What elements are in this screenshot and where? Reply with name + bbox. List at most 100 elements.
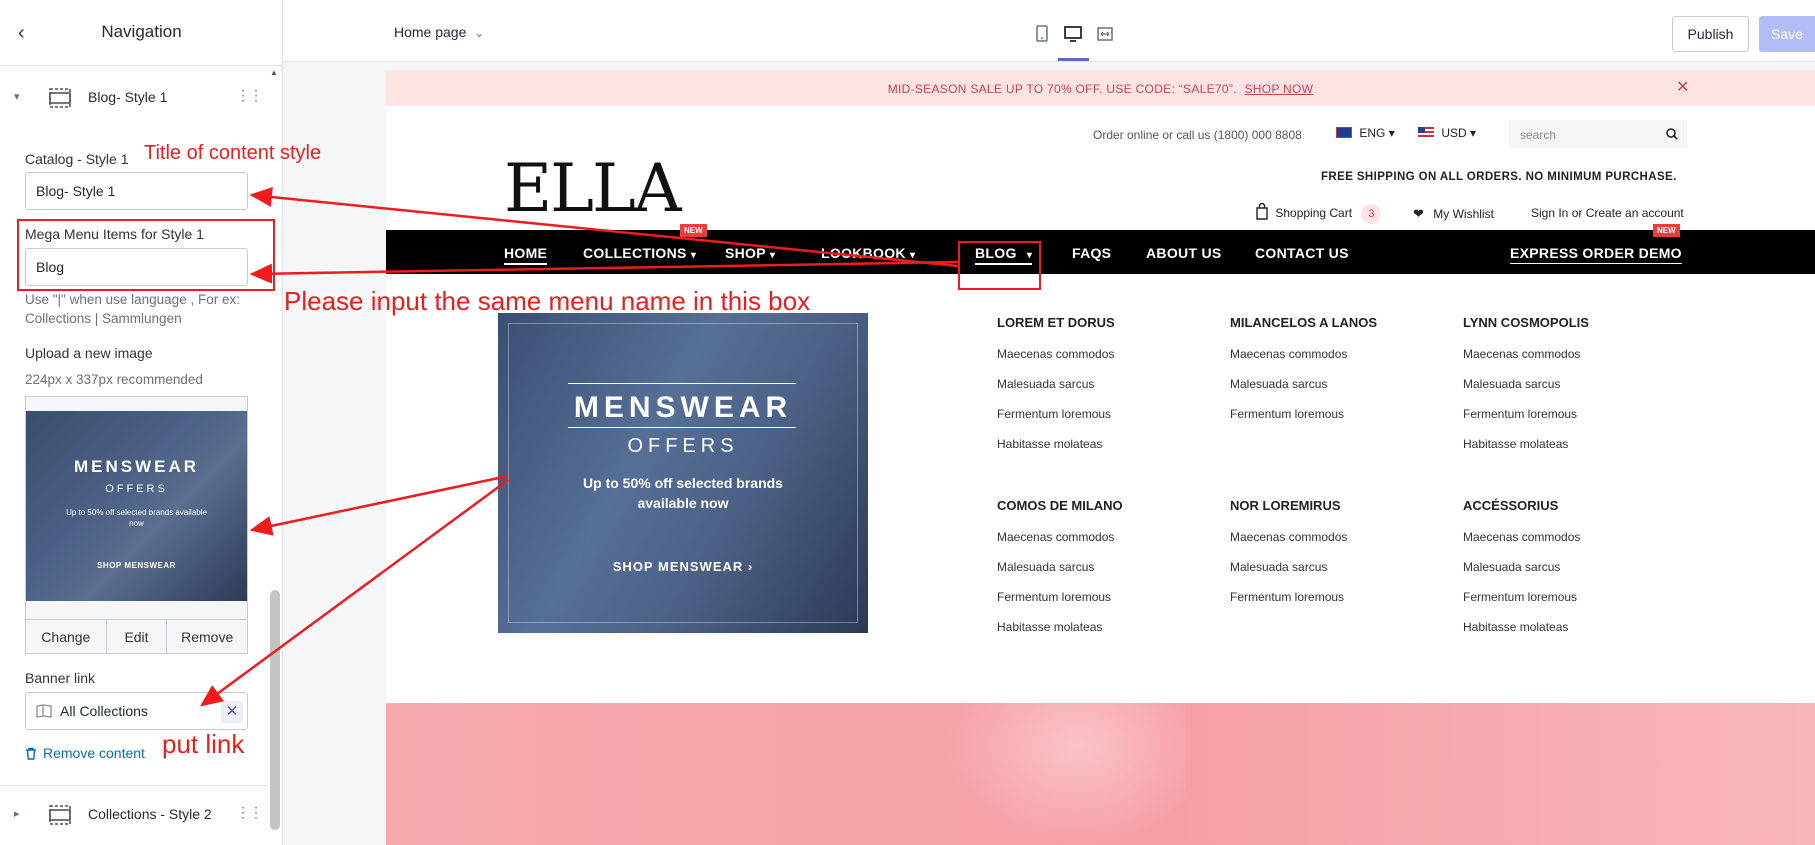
menu-item[interactable]: Fermentum loremous xyxy=(1463,407,1577,421)
remove-content-link[interactable]: Remove content xyxy=(25,745,145,761)
wishlist-link[interactable]: ❤ My Wishlist xyxy=(1413,206,1494,222)
drag-handle-icon[interactable]: ⋮⋮ xyxy=(236,804,263,821)
menu-item[interactable]: Maecenas commodos xyxy=(1230,347,1347,361)
menu-item[interactable]: Malesuada sarcus xyxy=(1463,560,1560,574)
menu-item[interactable]: Maecenas commodos xyxy=(1463,347,1580,361)
new-badge: NEW xyxy=(1653,224,1680,237)
contact-info: Order online or call us (1800) 000 8808 xyxy=(1093,128,1302,142)
annotation-menu-note: Please input the same menu name in this … xyxy=(284,286,811,316)
search-input[interactable]: search xyxy=(1509,120,1687,148)
shopping-bag-icon xyxy=(1256,202,1268,220)
annotation-link-note: put link xyxy=(162,729,245,759)
menu-item[interactable]: Maecenas commodos xyxy=(1463,530,1580,544)
editor-topbar: Home page ⌄ Publish Save xyxy=(283,0,1815,62)
menu-item[interactable]: Habitasse molateas xyxy=(997,437,1102,451)
language-value: ENG xyxy=(1359,126,1386,140)
remove-button[interactable]: Remove xyxy=(167,620,247,654)
nav-faqs[interactable]: FAQS xyxy=(1072,245,1111,261)
caret-down-icon: ▾ xyxy=(1388,126,1395,140)
menu-item[interactable]: Malesuada sarcus xyxy=(1230,377,1327,391)
menu-item[interactable]: Malesuada sarcus xyxy=(1230,560,1327,574)
scroll-up-icon[interactable]: ▲ xyxy=(270,68,278,77)
caret-right-icon[interactable]: ▸ xyxy=(14,807,20,820)
page-selector-label: Home page xyxy=(394,24,467,40)
thumbnail-image: MENSWEAR OFFERS Up to 50% off selected b… xyxy=(26,411,247,601)
nav-about-us[interactable]: ABOUT US xyxy=(1146,245,1222,261)
nav-lookbook[interactable]: LOOKBOOK ▾ xyxy=(821,245,915,261)
menu-item[interactable]: Habitasse molateas xyxy=(1463,620,1568,634)
page-selector[interactable]: Home page ⌄ xyxy=(394,24,484,40)
wishlist-label: My Wishlist xyxy=(1433,207,1494,221)
upload-hint: 224px x 337px recommended xyxy=(25,372,203,387)
announcement: MID-SEASON SALE UP TO 70% OFF. USE CODE:… xyxy=(386,82,1815,96)
menu-item[interactable]: Fermentum loremous xyxy=(997,590,1111,604)
block-title: Blog- Style 1 xyxy=(88,89,168,105)
nav-home[interactable]: HOME xyxy=(504,245,548,265)
banner-frame xyxy=(508,323,858,623)
announcement-link[interactable]: SHOP NOW xyxy=(1244,82,1313,96)
account-link[interactable]: Sign In or Create an account xyxy=(1531,206,1684,220)
hero-figure xyxy=(946,703,1186,845)
menu-item[interactable]: Malesuada sarcus xyxy=(997,377,1094,391)
store-preview: MID-SEASON SALE UP TO 70% OFF. USE CODE:… xyxy=(386,70,1815,845)
mobile-view-icon[interactable] xyxy=(1035,25,1049,43)
menu-item[interactable]: Malesuada sarcus xyxy=(997,560,1094,574)
menu-column-heading[interactable]: ACCÉSSORIUS xyxy=(1463,498,1558,513)
nav-shop[interactable]: SHOP ▾ xyxy=(725,245,775,261)
clear-link-icon[interactable]: ✕ xyxy=(221,701,243,723)
search-icon[interactable] xyxy=(1666,128,1678,140)
menu-item[interactable]: Malesuada sarcus xyxy=(1463,377,1560,391)
main-nav: HOME COLLECTIONS ▾ NEW SHOP ▾ LOOKBOOK ▾… xyxy=(386,224,1815,274)
cart-label: Shopping Cart xyxy=(1275,206,1353,220)
banner-link-input[interactable]: All Collections ✕ xyxy=(25,692,248,730)
menu-item[interactable]: Maecenas commodos xyxy=(1230,530,1347,544)
sidebar-header: ‹ Navigation xyxy=(0,0,282,66)
menu-column-heading[interactable]: NOR LOREMIRUS xyxy=(1230,498,1341,513)
section-layout-icon xyxy=(49,88,71,108)
caret-down-icon[interactable]: ▾ xyxy=(14,90,20,103)
save-button[interactable]: Save xyxy=(1759,16,1815,52)
menu-item[interactable]: Fermentum loremous xyxy=(1230,407,1344,421)
block-row-collections-style-2[interactable]: ▸ Collections - Style 2 ⋮⋮ xyxy=(0,792,268,840)
currency-selector[interactable]: USD ▾ xyxy=(1418,126,1476,140)
desktop-view-icon[interactable] xyxy=(1063,25,1083,43)
menu-item[interactable]: Fermentum loremous xyxy=(997,407,1111,421)
banner-link-label: Banner link xyxy=(25,670,96,686)
mega-menu-banner[interactable]: MENSWEAR OFFERS Up to 50% off selected b… xyxy=(498,313,868,633)
trash-icon xyxy=(26,747,36,760)
menu-column-heading[interactable]: MILANCELOS A LANOS xyxy=(1230,315,1377,330)
drag-handle-icon[interactable]: ⋮⋮ xyxy=(236,87,263,104)
menu-item[interactable]: Fermentum loremous xyxy=(1230,590,1344,604)
close-icon[interactable]: ✕ xyxy=(1676,77,1689,97)
menu-item[interactable]: Fermentum loremous xyxy=(1463,590,1577,604)
menu-column-heading[interactable]: LOREM ET DORUS xyxy=(997,315,1115,330)
edit-button[interactable]: Edit xyxy=(107,620,168,654)
menu-item[interactable]: Habitasse molateas xyxy=(1463,437,1568,451)
change-button[interactable]: Change xyxy=(26,620,107,654)
cart-count: 3 xyxy=(1361,204,1382,224)
store-logo[interactable]: ELLA xyxy=(504,156,681,222)
language-selector[interactable]: ENG ▾ xyxy=(1336,126,1395,140)
menu-column-heading[interactable]: COMOS DE MILANO xyxy=(997,498,1123,513)
menu-item[interactable]: Habitasse molateas xyxy=(997,620,1102,634)
block-title: Collections - Style 2 xyxy=(88,806,212,822)
menu-column-heading[interactable]: LYNN COSMOPOLIS xyxy=(1463,315,1589,330)
scrollbar-thumb[interactable] xyxy=(270,590,280,830)
nav-express-order-demo[interactable]: EXPRESS ORDER DEMO xyxy=(1510,245,1682,264)
banner-cta[interactable]: SHOP MENSWEAR › xyxy=(498,559,868,574)
image-preview[interactable]: MENSWEAR OFFERS Up to 50% off selected b… xyxy=(25,396,248,654)
block-row-blog-style-1[interactable]: ▾ Blog- Style 1 ⋮⋮ xyxy=(0,74,268,122)
nav-collections[interactable]: COLLECTIONS ▾ xyxy=(583,245,696,261)
banner-title: MENSWEAR xyxy=(573,391,793,424)
banner-subtitle: OFFERS xyxy=(627,435,739,457)
menu-item[interactable]: Maecenas commodos xyxy=(997,530,1114,544)
menu-item[interactable]: Maecenas commodos xyxy=(997,347,1114,361)
thumb-title: MENSWEAR xyxy=(73,457,200,476)
content-title-input[interactable]: Blog- Style 1 xyxy=(25,172,248,210)
cart-link[interactable]: Shopping Cart 3 xyxy=(1255,202,1382,224)
nav-contact-us[interactable]: CONTACT US xyxy=(1255,245,1349,261)
banner-rule xyxy=(568,427,796,428)
publish-button[interactable]: Publish xyxy=(1672,16,1749,52)
banner-link-value: All Collections xyxy=(60,703,148,719)
fullscreen-view-icon[interactable] xyxy=(1095,25,1115,43)
